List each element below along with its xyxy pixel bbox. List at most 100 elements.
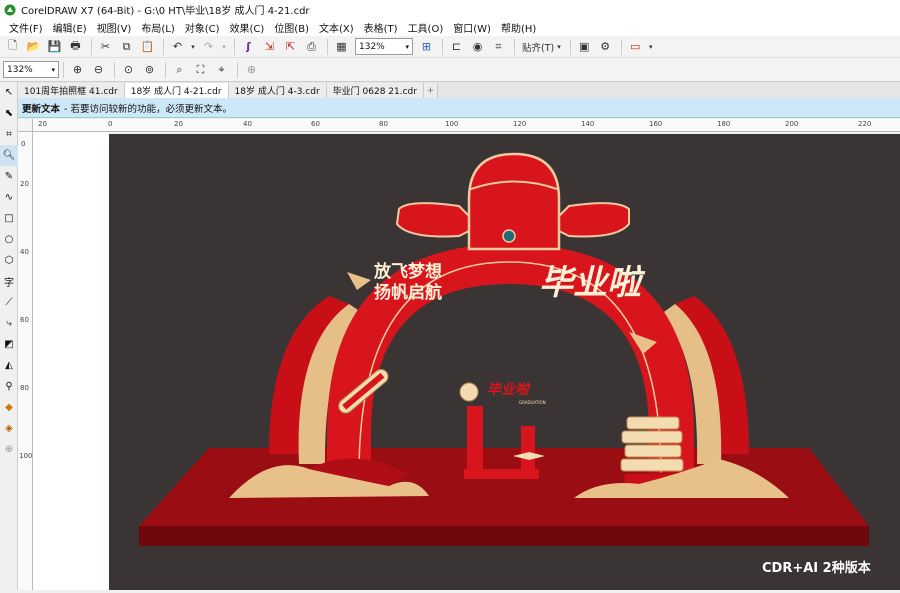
canvas-desktop[interactable] (33, 132, 109, 590)
menu-tools[interactable]: 工具(O) (403, 20, 449, 35)
ruler-label: 20 (174, 120, 183, 128)
redo-icon[interactable]: ↷ (199, 38, 218, 56)
show-rulers-icon[interactable]: ⊏ (447, 38, 466, 56)
print-icon[interactable]: 🖶 (66, 38, 85, 56)
ruler-label: 0 (21, 140, 26, 148)
ruler-label: 0 (108, 120, 113, 128)
add-tool-icon[interactable]: ⊕ (0, 439, 18, 460)
ruler-label: 20 (38, 120, 47, 128)
transparency-tool-icon[interactable]: ◭ (0, 355, 18, 376)
vertical-ruler[interactable]: 0 20 40 60 80 100 (18, 132, 33, 590)
separator (114, 61, 115, 78)
shape-tool-icon[interactable]: ⬉ (0, 103, 18, 124)
rectangle-tool-icon[interactable]: □ (0, 208, 18, 229)
ruler-label: 140 (581, 120, 595, 128)
zoom-in-icon[interactable]: ⊕ (68, 61, 87, 79)
export-icon[interactable]: ⇱ (281, 38, 300, 56)
drop-shadow-icon[interactable]: ◩ (0, 334, 18, 355)
hat-left-wing (395, 202, 481, 238)
property-bar: 132% ▾ ⊕ ⊖ ⊙ ⊚ ⌕ ⛶ ⌖ ⊕ (0, 58, 900, 82)
doc-tab-active[interactable]: 18岁 成人门 4-21.cdr (124, 83, 229, 98)
planet-ornament-icon (459, 382, 479, 402)
pick-tool-icon[interactable]: ↖ (0, 82, 18, 103)
full-screen-preview-icon[interactable]: ⊞ (417, 38, 436, 56)
slogan-line-2: 扬帆启航 (374, 282, 442, 303)
menu-layout[interactable]: 布局(L) (136, 20, 179, 35)
menu-bitmaps[interactable]: 位图(B) (269, 20, 314, 35)
zoom-tool-icon[interactable]: 🔍︎ (0, 145, 18, 166)
menu-help[interactable]: 帮助(H) (496, 20, 541, 35)
app-launcher-icon[interactable]: ▦ (332, 38, 351, 56)
separator (165, 61, 166, 78)
menu-table[interactable]: 表格(T) (359, 20, 403, 35)
artistic-media-icon[interactable]: ∿ (0, 187, 18, 208)
new-tab-plus-icon[interactable]: + (423, 83, 438, 98)
chevron-down-icon[interactable]: ▾ (647, 38, 655, 56)
stage-platform-front (139, 526, 869, 546)
menu-window[interactable]: 窗口(W) (448, 20, 496, 35)
show-grid-icon[interactable]: ◉ (468, 38, 487, 56)
ruler-label: 60 (20, 316, 29, 324)
copy-icon[interactable]: ⧉ (117, 38, 136, 56)
chevron-down-icon: ▾ (51, 65, 55, 74)
zoom-to-selected-icon[interactable]: ⊙ (119, 61, 138, 79)
chevron-down-icon[interactable]: ▾ (189, 38, 197, 56)
snap-to-label: 贴齐(T) (522, 42, 555, 54)
graduation-arch-artwork[interactable]: 放飞梦想 扬帆启航 毕业啦 毕业啦 GRADUATION (109, 134, 900, 590)
hat-right-wing (547, 202, 630, 238)
publish-pdf-icon[interactable]: ⎙ (302, 38, 321, 56)
show-guidelines-icon[interactable]: ⌗ (489, 38, 508, 56)
ellipse-tool-icon[interactable]: ○ (0, 229, 18, 250)
polygon-tool-icon[interactable]: ⬡ (0, 250, 18, 271)
crop-tool-icon[interactable]: ⌗ (0, 124, 18, 145)
menu-file[interactable]: 文件(F) (4, 20, 48, 35)
import-icon[interactable]: ⇲ (260, 38, 279, 56)
freehand-tool-icon[interactable]: ✎ (0, 166, 18, 187)
ruler-origin[interactable] (18, 119, 33, 132)
doc-tab[interactable]: 18岁 成人门 4-3.cdr (228, 83, 327, 98)
menu-view[interactable]: 视图(V) (92, 20, 137, 35)
infobar-message: - 若要访问较新的功能，必须更新文本。 (64, 103, 232, 115)
coreldraw-logo-icon (4, 4, 16, 15)
zoom-out-icon[interactable]: ⊖ (89, 61, 108, 79)
new-icon[interactable]: 🗋 (3, 38, 22, 56)
connector-tool-icon[interactable]: ⤷ (0, 313, 18, 334)
zoom-levels-select[interactable]: 132% ▾ (3, 61, 59, 78)
menu-text[interactable]: 文本(X) (314, 20, 359, 35)
menu-effects[interactable]: 效果(C) (225, 20, 270, 35)
doc-tab[interactable]: 101周年拍照框 41.cdr (18, 83, 125, 98)
snap-to-button[interactable]: 贴齐(T) ▾ (519, 38, 564, 56)
interactive-fill-icon[interactable]: ◆ (0, 397, 18, 418)
options-icon[interactable]: ⚙ (596, 38, 615, 56)
launch-icon[interactable]: ▭ (626, 38, 645, 56)
chevron-down-icon[interactable]: ▾ (220, 38, 228, 56)
zoom-level-select[interactable]: 132% ▾ (355, 38, 413, 55)
version-watermark: CDR+AI 2种版本 (762, 561, 871, 576)
small-subtitle: GRADUATION (519, 400, 546, 405)
drawing-page[interactable]: 放飞梦想 扬帆启航 毕业啦 毕业啦 GRADUATION CDR+AI 2种版本 (109, 134, 900, 590)
paste-icon[interactable]: 📋 (138, 38, 157, 56)
separator (234, 38, 235, 55)
zoom-to-all-objects-icon[interactable]: ⊚ (140, 61, 159, 79)
zoom-to-page-icon[interactable]: ⌕ (170, 61, 189, 79)
doc-tab[interactable]: 毕业门 0628 21.cdr (326, 83, 424, 98)
cut-icon[interactable]: ✂ (96, 38, 115, 56)
save-icon[interactable]: 💾 (45, 38, 64, 56)
undo-icon[interactable]: ↶ (168, 38, 187, 56)
menu-edit[interactable]: 编辑(E) (48, 20, 92, 35)
horizontal-ruler[interactable]: 20 0 20 40 60 80 100 120 140 160 180 200… (33, 119, 900, 132)
open-icon[interactable]: 📂 (24, 38, 43, 56)
document-tabs: 101周年拍照框 41.cdr 18岁 成人门 4-21.cdr 18岁 成人门… (18, 82, 900, 98)
separator (63, 61, 64, 78)
text-tool-icon[interactable]: 字 (0, 271, 18, 292)
add-icon[interactable]: ⊕ (242, 61, 261, 79)
menu-object[interactable]: 对象(C) (180, 20, 225, 35)
smart-fill-icon[interactable]: ◈ (0, 418, 18, 439)
welcome-screen-icon[interactable]: ▣ (575, 38, 594, 56)
parallel-dimension-icon[interactable]: ⟋ (0, 292, 18, 313)
zoom-to-height-icon[interactable]: ⌖ (212, 61, 231, 79)
zoom-to-width-icon[interactable]: ⛶ (191, 61, 210, 79)
separator (327, 38, 328, 55)
search-content-icon[interactable]: ʃ (239, 38, 258, 56)
eyedropper-icon[interactable]: ⚲ (0, 376, 18, 397)
